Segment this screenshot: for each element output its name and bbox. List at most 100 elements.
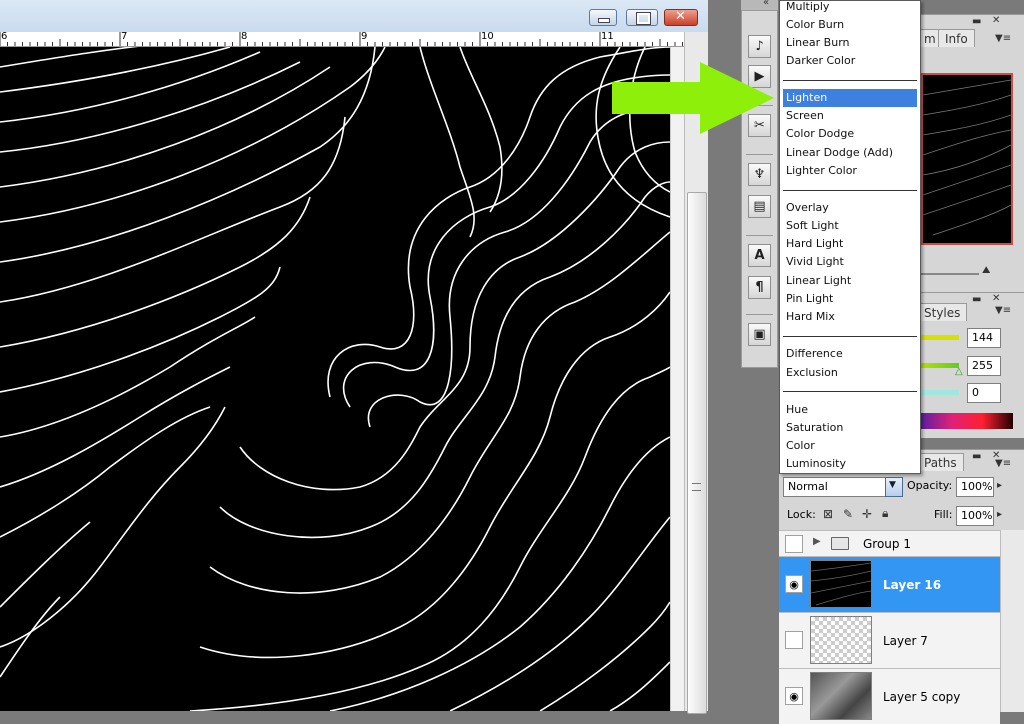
zoom-in-icon[interactable]: ⛰: [982, 265, 990, 276]
menu-item-color-dodge[interactable]: Color Dodge: [783, 125, 917, 143]
minimize-icon: [598, 18, 610, 23]
lock-label: Lock:: [787, 508, 816, 521]
visibility-toggle[interactable]: ◉: [785, 575, 803, 593]
menu-separator: [783, 336, 917, 337]
layer-row-layer-16[interactable]: ◉ Layer 16: [779, 556, 1000, 612]
menu-item-color-burn[interactable]: Color Burn: [783, 16, 917, 34]
menu-item-lighten[interactable]: Lighten: [783, 89, 917, 107]
ruler-label: 9: [361, 32, 368, 42]
panel-close-icon[interactable]: ✕: [992, 15, 1000, 26]
red-value-field[interactable]: 144: [967, 328, 1001, 348]
menu-item-pin-light[interactable]: Pin Light: [783, 290, 917, 308]
history-icon[interactable]: ♪: [748, 35, 771, 58]
layer-name[interactable]: Group 1: [863, 537, 911, 551]
menu-item-overlay[interactable]: Overlay: [783, 199, 917, 217]
menu-item-vivid-light[interactable]: Vivid Light: [783, 253, 917, 271]
document-canvas[interactable]: [0, 47, 670, 711]
paragraph-icon[interactable]: ¶: [748, 276, 771, 299]
layer-row-group-1[interactable]: ▶ Group 1: [779, 530, 1000, 556]
close-icon: ✕: [675, 9, 686, 24]
lock-position-icon[interactable]: ✛: [862, 507, 872, 521]
ruler-label: 6: [1, 32, 8, 42]
panel-menu-icon[interactable]: ▼≡: [995, 305, 1011, 316]
green-slider[interactable]: [921, 363, 959, 368]
opacity-arrow-icon[interactable]: ▸: [997, 480, 1002, 491]
panel-collapse-icon[interactable]: ▬: [972, 16, 981, 27]
layer-name[interactable]: Layer 16: [883, 578, 941, 592]
lock-pixels-icon[interactable]: ✎: [843, 507, 853, 521]
restore-button[interactable]: [626, 9, 658, 26]
menu-item-multiply[interactable]: Multiply: [783, 0, 917, 16]
collapse-icon: «: [763, 0, 770, 8]
menu-item-linear-burn[interactable]: Linear Burn: [783, 34, 917, 52]
menu-item-luminosity[interactable]: Luminosity: [783, 455, 917, 473]
tab-styles[interactable]: Styles: [917, 303, 968, 321]
layer-name[interactable]: Layer 5 copy: [883, 690, 960, 704]
lock-all-icon[interactable]: 🔒︎: [882, 506, 888, 521]
menu-item-exclusion[interactable]: Exclusion: [783, 364, 917, 382]
panel-collapse-icon[interactable]: ▬: [972, 294, 981, 305]
thumbnail-art: [810, 562, 872, 606]
layer-comps-icon[interactable]: ▣: [748, 323, 771, 346]
panel-close-icon[interactable]: ✕: [992, 293, 1000, 304]
navigator-thumbnail: [923, 79, 1011, 236]
visibility-toggle[interactable]: [785, 535, 803, 553]
panel-menu-icon[interactable]: ▼≡: [995, 33, 1011, 44]
visibility-toggle[interactable]: [785, 631, 803, 649]
close-button[interactable]: ✕: [664, 9, 698, 26]
minimize-button[interactable]: [589, 9, 617, 26]
blue-value-field[interactable]: 0: [967, 383, 1001, 403]
menu-item-linear-dodge[interactable]: Linear Dodge (Add): [783, 144, 917, 162]
menu-item-lighter-color[interactable]: Lighter Color: [783, 162, 917, 180]
layer-row-layer-7[interactable]: Layer 7: [779, 612, 1000, 668]
menu-item-saturation[interactable]: Saturation: [783, 419, 917, 437]
layer-name[interactable]: Layer 7: [883, 634, 928, 648]
dock-collapse-bar[interactable]: «: [741, 0, 778, 10]
ruler-label: 7: [121, 32, 128, 42]
blend-mode-select[interactable]: Normal: [783, 477, 887, 497]
menu-item-color[interactable]: Color: [783, 437, 917, 455]
lock-transparency-icon[interactable]: ⊠: [823, 507, 833, 521]
menu-item-hard-light[interactable]: Hard Light: [783, 235, 917, 253]
brushes-icon[interactable]: ♆: [748, 163, 771, 186]
scrollbar-thumb[interactable]: [687, 192, 707, 714]
tab-paths[interactable]: Paths: [917, 453, 964, 471]
tab-info[interactable]: Info: [938, 29, 975, 47]
visibility-toggle[interactable]: ◉: [785, 687, 803, 705]
menu-item-linear-light[interactable]: Linear Light: [783, 272, 917, 290]
menu-item-difference[interactable]: Difference: [783, 345, 917, 363]
menu-item-hard-mix[interactable]: Hard Mix: [783, 308, 917, 326]
clone-source-icon[interactable]: ▤: [748, 195, 771, 218]
blend-mode-dropdown-button[interactable]: ▼: [885, 477, 903, 497]
fill-arrow-icon[interactable]: ▸: [997, 509, 1002, 520]
slider-marker-icon[interactable]: △: [955, 366, 963, 377]
menu-item-darker-color[interactable]: Darker Color: [783, 52, 917, 70]
folder-icon: [831, 537, 849, 550]
menu-item-soft-light[interactable]: Soft Light: [783, 217, 917, 235]
ruler-ticks: [0, 32, 683, 46]
layers-scrollbar[interactable]: [1000, 530, 1024, 712]
menu-item-screen[interactable]: Screen: [783, 107, 917, 125]
expand-arrow-icon[interactable]: ▶: [813, 536, 821, 547]
blend-mode-menu[interactable]: Multiply Color Burn Linear Burn Darker C…: [779, 0, 921, 474]
zoom-slider[interactable]: [921, 273, 979, 275]
document-title-bar: ✕: [0, 0, 708, 32]
navigator-preview[interactable]: [921, 73, 1013, 245]
layer-row-layer-5-copy[interactable]: ◉ Layer 5 copy: [779, 668, 1000, 724]
panel-menu-icon[interactable]: ▼≡: [995, 458, 1011, 469]
horizontal-ruler: 6 7 8 9 10 11: [0, 32, 684, 47]
fill-field[interactable]: 100%: [956, 506, 994, 526]
red-slider[interactable]: [921, 335, 959, 340]
opacity-field[interactable]: 100%: [956, 477, 994, 497]
blue-slider[interactable]: [921, 390, 959, 395]
panel-collapse-icon[interactable]: ▬: [972, 451, 981, 462]
menu-item-hue[interactable]: Hue: [783, 401, 917, 419]
ruler-label: 10: [481, 32, 494, 42]
color-spectrum-bar[interactable]: [921, 413, 1013, 429]
green-value-field[interactable]: 255: [967, 356, 1001, 376]
green-arrow-icon: [612, 62, 774, 134]
character-icon[interactable]: A: [748, 244, 771, 267]
layer-thumbnail: [810, 560, 872, 608]
fill-label: Fill:: [934, 508, 953, 521]
eye-icon: ◉: [789, 689, 799, 703]
